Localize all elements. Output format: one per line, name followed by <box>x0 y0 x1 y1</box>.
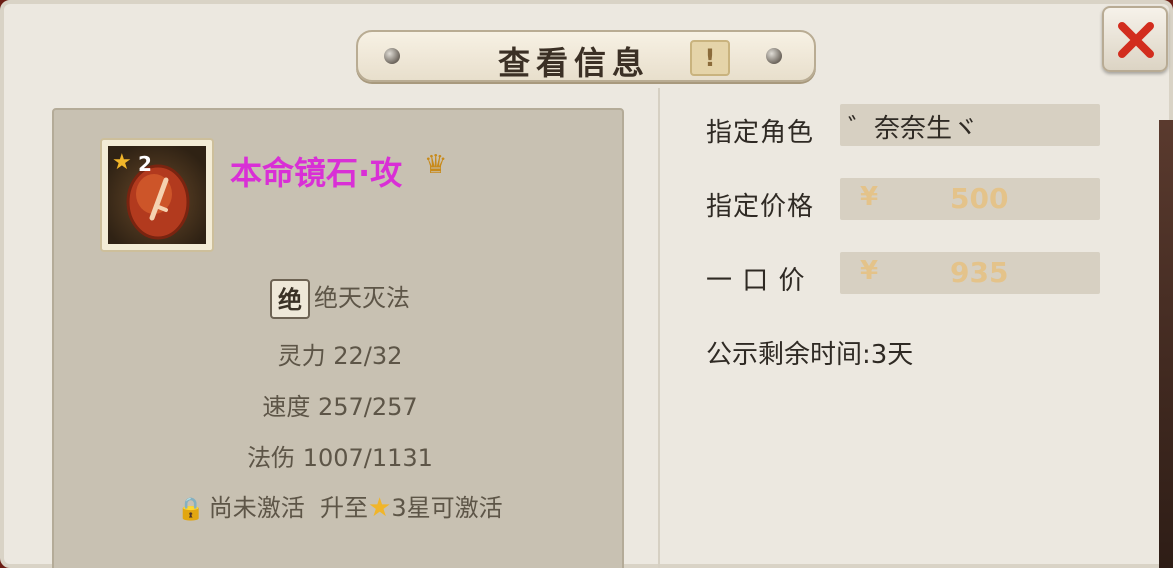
info-window: 查看信息 ! ★ 2 本命镜石·攻 ♛ 绝绝天灭法 灵力 22/32 速度 25… <box>0 0 1173 568</box>
activation-row: 🔒 尚未激活 升至★3星可激活 <box>54 488 626 523</box>
window-title: 查看信息 <box>498 44 651 82</box>
sword-gem-icon: ★ 2 <box>108 146 206 244</box>
stat-spirit: 灵力 22/32 <box>277 342 403 370</box>
buyout-label: 一 口 价 <box>706 266 806 296</box>
divider <box>658 88 660 568</box>
stat-magic-damage: 法伤 1007/1131 <box>247 444 433 472</box>
designated-price-field: ¥ 500 <box>840 178 1100 220</box>
item-detail-panel: ★ 2 本命镜石·攻 ♛ 绝绝天灭法 灵力 22/32 速度 257/257 法… <box>52 108 624 568</box>
skill-row: 绝绝天灭法 <box>54 278 626 319</box>
close-button[interactable] <box>1102 6 1168 72</box>
skill-badge: 绝 <box>270 279 310 319</box>
item-icon-frame[interactable]: ★ 2 <box>100 138 214 252</box>
close-icon <box>1118 22 1154 58</box>
activation-status: 尚未激活 <box>208 494 305 522</box>
title-plate: 查看信息 ! <box>356 30 816 82</box>
rivet-icon <box>766 48 782 64</box>
crown-icon: ♛ <box>424 150 448 180</box>
activation-suffix: 3星可激活 <box>391 494 503 522</box>
designated-role-value: ゛奈奈生ヾ <box>848 114 979 144</box>
info-icon[interactable]: ! <box>690 40 730 76</box>
star-icon: ★ <box>112 150 132 175</box>
buyout-price-field: ¥ 935 <box>840 252 1100 294</box>
notice-remaining-time: 公示剩余时间:3天 <box>706 340 914 370</box>
buyout-price-value: 935 <box>950 256 1009 289</box>
activation-prefix: 升至 <box>320 494 369 522</box>
star-icon: ★ <box>368 493 392 523</box>
skill-name: 绝天灭法 <box>314 284 410 312</box>
background-edge <box>1159 120 1173 568</box>
designated-role-label: 指定角色 <box>706 118 815 148</box>
yen-icon: ¥ <box>860 182 879 212</box>
rivet-icon <box>384 48 400 64</box>
designated-role-field: ゛奈奈生ヾ <box>840 104 1100 146</box>
designated-price-value: 500 <box>950 182 1009 215</box>
designated-price-label: 指定价格 <box>706 192 815 222</box>
yen-icon: ¥ <box>860 256 879 286</box>
item-name: 本命镜石·攻 <box>230 154 403 192</box>
star-level: 2 <box>138 152 152 176</box>
stat-speed: 速度 257/257 <box>262 393 418 421</box>
lock-icon: 🔒 <box>177 497 205 522</box>
